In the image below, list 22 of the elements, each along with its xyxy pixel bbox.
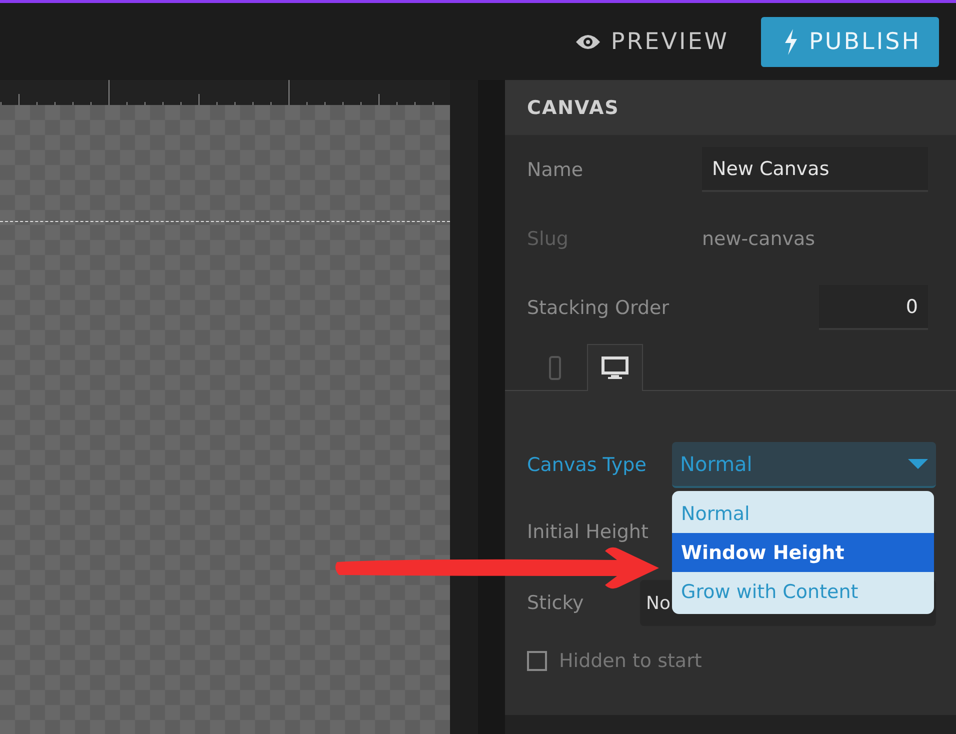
number-field[interactable]: 0: [819, 285, 928, 330]
panel-title: CANVAS: [527, 96, 620, 118]
checkbox-label: Hidden to start: [559, 650, 702, 672]
dropdown-option[interactable]: Window Height: [672, 533, 934, 572]
field-label: Sticky: [527, 592, 584, 614]
field-label: Initial Height: [527, 521, 648, 543]
checkbox[interactable]: [527, 651, 547, 671]
name-field[interactable]: New Canvas: [702, 147, 928, 192]
field-label: Name: [527, 158, 584, 180]
slug-value: new-canvas: [702, 228, 816, 250]
field-label: Canvas Type: [527, 454, 646, 476]
eye-icon: [574, 32, 601, 50]
lightning-icon: [783, 28, 800, 54]
caret-icon: [908, 459, 928, 469]
canvas-type-select[interactable]: Normal: [672, 442, 936, 488]
select-value: No: [646, 592, 670, 614]
device-tab[interactable]: [587, 344, 643, 391]
phone-icon: [549, 356, 561, 380]
desktop-icon: [601, 356, 629, 380]
publish-button[interactable]: PUBLISH: [761, 16, 939, 66]
field-label: Stacking Order: [527, 296, 670, 318]
preview-button[interactable]: PREVIEW: [574, 28, 730, 54]
